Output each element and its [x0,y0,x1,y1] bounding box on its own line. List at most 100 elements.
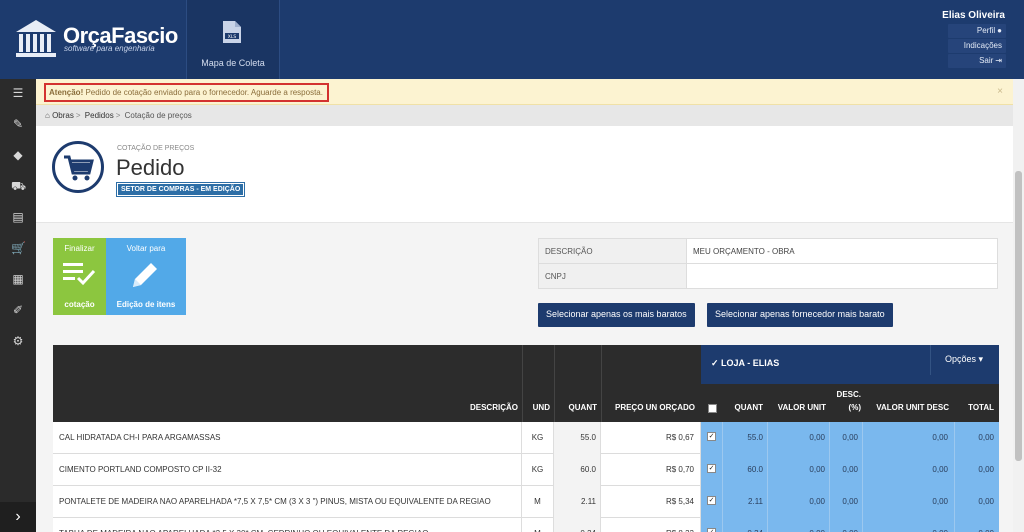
profile-link[interactable]: Perfil ● [948,24,1006,38]
logout-label: Sair [979,56,994,65]
page-title: Pedido [116,155,185,180]
breadcrumb-obras[interactable]: Obras [52,111,74,120]
col-und: UND [532,403,550,412]
row-checkbox[interactable]: ✓ [701,454,723,486]
table-row: PONTALETE DE MADEIRA NAO APARELHADA *7,5… [53,486,999,518]
row-preco: R$ 0,67 [601,422,701,454]
select-cheapest-button[interactable]: Selecionar apenas os mais baratos [538,303,695,327]
row-descricao: TABUA DE MADEIRA NAO APARELHADA *2,5 X 3… [53,518,522,532]
cnpj-label: CNPJ [538,263,687,289]
back-top-label: Voltar para [126,244,166,253]
row-checkbox[interactable]: ✓ [701,422,723,454]
row-total: 0,00 [955,518,999,532]
row-quant: 0.34 [554,518,601,532]
alert-banner: Atenção! Pedido de cotação enviado para … [36,79,1013,105]
options-dropdown[interactable]: Opções ▾ [930,345,999,375]
clipboard-icon[interactable]: ✐ [11,303,25,317]
mapa-de-coleta-module[interactable]: XLS Mapa de Coleta [186,0,280,79]
finalize-bottom-label: cotação [64,300,95,309]
row-valor-unit-desc[interactable]: 0,00 [863,422,955,454]
pencil-icon [133,263,157,287]
col-total: TOTAL [968,403,994,412]
row-total: 0,00 [955,454,999,486]
brand-tagline: software para engenharia [64,44,155,53]
cart-icon [52,141,104,193]
breadcrumb: ⌂ Obras > Pedidos > Cotação de preços [36,105,1013,126]
row-descricao: CIMENTO PORTLAND COMPOSTO CP II-32 [53,454,522,486]
store-name: LOJA - ELIAS [721,358,780,368]
row-desc[interactable]: 0,00 [830,422,863,454]
row-valor-unit-desc[interactable]: 0,00 [863,454,955,486]
row-valor-unit-desc[interactable]: 0,00 [863,486,955,518]
scrollbar-thumb[interactable] [1015,171,1022,461]
profile-label: Perfil [976,26,996,35]
breadcrumb-separator: > [75,111,81,120]
orcafascio-logo[interactable] [14,18,58,58]
breadcrumb-separator: > [115,111,121,120]
close-icon[interactable]: × [997,86,1003,97]
row-valor-unit[interactable]: 0,00 [768,454,830,486]
col-preco-orcado: PREÇO UN ORÇADO [614,403,695,412]
caret-down-icon: ▾ [978,354,984,364]
cart-icon[interactable]: 🛒 [11,241,26,255]
sidebar-toggle[interactable]: › [0,502,36,532]
user-icon: ● [997,26,1002,35]
row-check-mark: ✓ [707,432,716,441]
row-descricao: CAL HIDRATADA CH-I PARA ARGAMASSAS [53,422,522,454]
row-preco: R$ 0,70 [601,454,701,486]
logout-link[interactable]: Sair ⇥ [948,54,1006,68]
page-kicker: COTAÇÃO DE PREÇOS [117,145,195,152]
indications-link[interactable]: Indicações [948,39,1006,53]
alert-text: Pedido de cotação enviado para o fornece… [85,88,323,97]
row-quant: 55.0 [554,422,601,454]
col-valor-unit: VALOR UNIT [777,403,826,412]
table-row: TABUA DE MADEIRA NAO APARELHADA *2,5 X 3… [53,518,999,532]
page-scrollbar[interactable] [1013,79,1024,532]
row-checkbox[interactable]: ✓ [701,486,723,518]
spreadsheet-icon: XLS [223,21,241,43]
user-name: Elias Oliveira [942,10,1005,21]
row-check-mark: ✓ [707,464,716,473]
row-total: 0,00 [955,422,999,454]
book-icon[interactable]: ▤ [11,210,25,224]
home-icon[interactable]: ⌂ [45,111,50,120]
row-total: 0,00 [955,486,999,518]
truck-icon[interactable]: ⛟ [11,179,26,193]
row-desc[interactable]: 0,00 [830,486,863,518]
row-check-mark: ✓ [707,528,716,532]
back-bottom-label: Edição de itens [116,300,176,309]
sign-out-icon: ⇥ [995,56,1002,65]
list-icon[interactable]: ☰ [11,86,25,100]
row-supplier-quant[interactable]: 60.0 [723,454,768,486]
col-descricao: DESCRIÇÃO [469,403,518,412]
calendar-icon[interactable]: ▦ [11,272,25,286]
row-supplier-quant[interactable]: 2.11 [723,486,768,518]
row-checkbox[interactable]: ✓ [701,518,723,532]
store-header: ✓ LOJA - ELIAS Opções ▾ [701,345,999,384]
alert-strong: Atenção! [49,88,84,97]
row-valor-unit-desc[interactable]: 0,00 [863,518,955,532]
row-desc[interactable]: 0,00 [830,454,863,486]
row-und: M [522,518,554,532]
row-desc[interactable]: 0,00 [830,518,863,532]
pencil-icon[interactable]: ✎ [11,117,25,131]
back-to-edit-button[interactable]: Voltar para Edição de itens [106,238,186,315]
row-valor-unit[interactable]: 0,00 [768,518,830,532]
eraser-icon[interactable]: ◆ [11,148,25,162]
breadcrumb-pedidos[interactable]: Pedidos [85,111,114,120]
finalize-quote-button[interactable]: Finalizar cotação [53,238,106,315]
row-und: M [522,486,554,518]
alert-message: Atenção! Pedido de cotação enviado para … [44,83,329,102]
select-cheapest-supplier-button[interactable]: Selecionar apenas fornecedor mais barato [707,303,893,327]
row-valor-unit[interactable]: 0,00 [768,422,830,454]
row-valor-unit[interactable]: 0,00 [768,486,830,518]
finalize-top-label: Finalizar [64,244,95,253]
gear-icon[interactable]: ⚙ [11,334,25,348]
module-label: Mapa de Coleta [201,58,265,68]
main-content: Atenção! Pedido de cotação enviado para … [36,79,1013,532]
quote-grid: ✓ LOJA - ELIAS Opções ▾ DESCRIÇÃO UND QU… [53,345,999,532]
select-all-checkbox[interactable] [701,404,723,415]
row-quant: 60.0 [554,454,601,486]
row-supplier-quant[interactable]: 55.0 [723,422,768,454]
row-supplier-quant[interactable]: 0.34 [723,518,768,532]
